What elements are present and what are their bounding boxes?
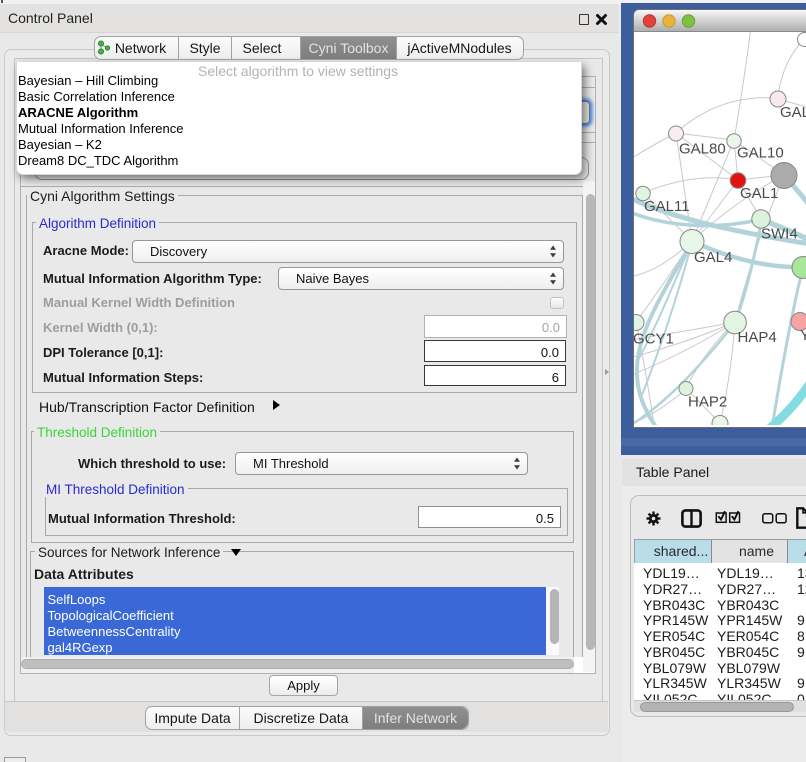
svg-text:HAP4: HAP4 [738,329,777,346]
svg-text:GAL: GAL [780,104,806,121]
svg-text:GAL10: GAL10 [737,145,784,162]
svg-text:SWI4: SWI4 [761,226,798,243]
svg-text:GAL11: GAL11 [644,198,690,215]
svg-text:Y: Y [800,327,806,344]
svg-text:GAL80: GAL80 [679,141,726,158]
svg-text:GAL1: GAL1 [740,185,778,202]
svg-text:GCY1: GCY1 [634,331,674,348]
svg-text:HAP2: HAP2 [688,394,727,411]
svg-text:GAL4: GAL4 [694,249,732,266]
